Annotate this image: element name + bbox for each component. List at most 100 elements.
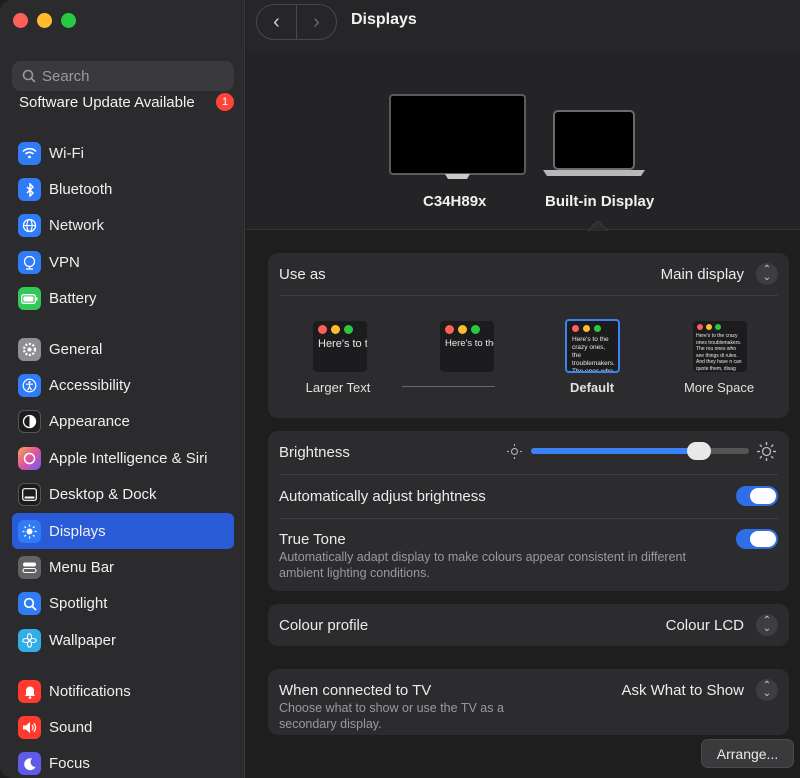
brightness-label: Brightness: [279, 443, 350, 461]
use-as-select[interactable]: Main display ⌃ ⌄: [661, 263, 778, 285]
bluetooth-icon: [18, 178, 41, 202]
updown-chevron-icon: ⌃ ⌄: [756, 614, 778, 636]
sidebar-item-battery[interactable]: Battery: [12, 281, 234, 317]
monitor-label-external: C34H89x: [423, 193, 487, 210]
tv-select[interactable]: Ask What to Show ⌃ ⌄: [621, 679, 778, 701]
sidebar-item-apple-intelligence-siri[interactable]: Apple Intelligence & Siri: [12, 440, 234, 476]
true-tone-description: Automatically adapt display to make colo…: [279, 550, 686, 580]
tv-row: When connected to TV Ask What to Show ⌃ ⌄: [279, 679, 778, 701]
sidebar-item-focus[interactable]: Focus: [12, 746, 234, 778]
colour-profile-row: Colour profile Colour LCD ⌃ ⌄: [279, 614, 778, 636]
vpn-icon: [18, 250, 41, 274]
divider: [279, 518, 778, 519]
external-monitor-icon: [389, 94, 526, 179]
battery-icon: [18, 287, 41, 311]
resolution-sample-text: Here's to the crazy ones, the troublemak…: [572, 336, 615, 373]
history-nav: ‹ ›: [256, 4, 337, 40]
true-tone-row: True Tone: [279, 528, 778, 550]
tv-label: When connected to TV: [279, 681, 432, 699]
brightness-slider-knob[interactable]: [686, 442, 711, 460]
resolution-option-default[interactable]: Here's to the crazy ones, the troublemak…: [565, 319, 620, 373]
sidebar-item-label: VPN: [49, 253, 80, 271]
auto-brightness-row: Automatically adjust brightness: [279, 485, 778, 507]
speaker-icon: [18, 716, 41, 740]
sidebar-item-spotlight[interactable]: Spotlight: [12, 586, 234, 622]
sidebar-item-accessibility[interactable]: Accessibility: [12, 367, 234, 403]
software-update-item[interactable]: Software Update Available 1: [19, 93, 234, 111]
sidebar-item-notifications[interactable]: Notifications: [12, 673, 234, 709]
true-tone-label: True Tone: [279, 530, 346, 548]
auto-brightness-toggle[interactable]: [736, 486, 778, 506]
sidebar-item-wifi[interactable]: Wi-Fi: [12, 135, 234, 171]
brightness-slider[interactable]: [531, 442, 749, 460]
appearance-icon: [18, 410, 41, 434]
search-input[interactable]: Search: [12, 61, 234, 91]
toolbar: ‹ › Displays: [246, 0, 800, 50]
display-picker: C34H89x Built-in Display: [246, 50, 800, 231]
sidebar-item-label: General: [49, 340, 103, 358]
builtin-display[interactable]: [543, 110, 645, 178]
updown-chevron-icon: ⌃ ⌄: [756, 263, 778, 285]
sidebar-item-wallpaper[interactable]: Wallpaper: [12, 622, 234, 658]
globe-icon: [18, 214, 41, 238]
sidebar-item-general[interactable]: General: [12, 331, 234, 367]
sidebar-item-network[interactable]: Network: [12, 208, 234, 244]
resolution-sample-text: Here's to the crazy ones troublemakers. …: [696, 333, 742, 372]
sidebar-group-system: General Accessibility Appearance Apple I…: [12, 331, 234, 659]
sidebar-item-appearance[interactable]: Appearance: [12, 404, 234, 440]
tv-card: When connected to TV Ask What to Show ⌃ ⌄…: [268, 669, 789, 735]
sidebar-group-notifications: Notifications Sound Focus: [12, 673, 234, 778]
sidebar-item-label: Accessibility: [49, 377, 131, 395]
sidebar-item-label: Wi-Fi: [49, 144, 84, 162]
sidebar-item-menu-bar[interactable]: Menu Bar: [12, 549, 234, 585]
accessibility-icon: [18, 374, 41, 398]
colour-profile-label: Colour profile: [279, 616, 369, 634]
sidebar-item-label: Appearance: [49, 413, 130, 431]
tv-value: Ask What to Show: [621, 681, 744, 699]
software-update-label: Software Update Available: [19, 93, 195, 111]
resolution-label: More Space: [683, 380, 755, 395]
back-button[interactable]: ‹: [257, 5, 296, 39]
sidebar-item-label: Menu Bar: [49, 559, 115, 577]
monitor-label-builtin: Built-in Display: [545, 193, 655, 210]
sun-large-icon: [757, 442, 776, 461]
external-monitor[interactable]: [389, 94, 526, 180]
resolution-option-larger-text[interactable]: Here's to the crazy ones, the troublemak…: [313, 321, 367, 372]
sidebar-item-label: Focus: [49, 755, 90, 773]
laptop-icon: [543, 110, 645, 176]
sidebar-item-label: Notifications: [49, 682, 131, 700]
page-title: Displays: [351, 11, 417, 28]
sidebar-item-displays[interactable]: Displays: [12, 512, 234, 550]
sidebar: Search Software Update Available 1 Wi-Fi…: [0, 0, 245, 778]
sidebar-item-desktop-dock[interactable]: Desktop & Dock: [12, 477, 234, 513]
minimize-button[interactable]: [37, 13, 52, 28]
chevron-left-icon: ‹: [273, 10, 280, 33]
true-tone-toggle[interactable]: [736, 529, 778, 549]
gear-icon: [18, 337, 41, 361]
brightness-card: Brightness Automatically adjust brightne…: [268, 431, 789, 591]
window-controls: [13, 13, 76, 28]
close-button[interactable]: [13, 13, 28, 28]
sidebar-item-label: Network: [49, 217, 105, 235]
colour-profile-select[interactable]: Colour LCD ⌃ ⌄: [666, 614, 778, 636]
arrange-button[interactable]: Arrange...: [701, 739, 794, 768]
sun-small-icon: [507, 444, 522, 459]
zoom-button[interactable]: [61, 13, 76, 28]
sidebar-item-vpn[interactable]: VPN: [12, 244, 234, 280]
dock-icon: [18, 483, 41, 507]
sidebar-item-bluetooth[interactable]: Bluetooth: [12, 171, 234, 207]
resolution-sample-text: Here's to the crazy ones, the troublemak…: [318, 338, 367, 350]
tv-description: Choose what to show or use the TV as a s…: [279, 701, 504, 731]
resolution-option-more-space[interactable]: Here's to the crazy ones troublemakers. …: [693, 321, 747, 372]
sidebar-item-label: Battery: [49, 290, 97, 308]
resolution-option-2[interactable]: Here's to the crazy ones, the troublemak…: [440, 321, 494, 372]
sidebar-item-sound[interactable]: Sound: [12, 709, 234, 745]
siri-icon: [18, 446, 41, 470]
sidebar-item-label: Bluetooth: [49, 181, 113, 199]
sidebar-item-label: Apple Intelligence & Siri: [49, 449, 208, 467]
bell-icon: [18, 679, 41, 703]
update-badge: 1: [216, 93, 234, 111]
sidebar-item-label: Wallpaper: [49, 631, 116, 649]
brightness-slider-fill: [531, 448, 699, 454]
forward-button[interactable]: ›: [296, 5, 336, 39]
